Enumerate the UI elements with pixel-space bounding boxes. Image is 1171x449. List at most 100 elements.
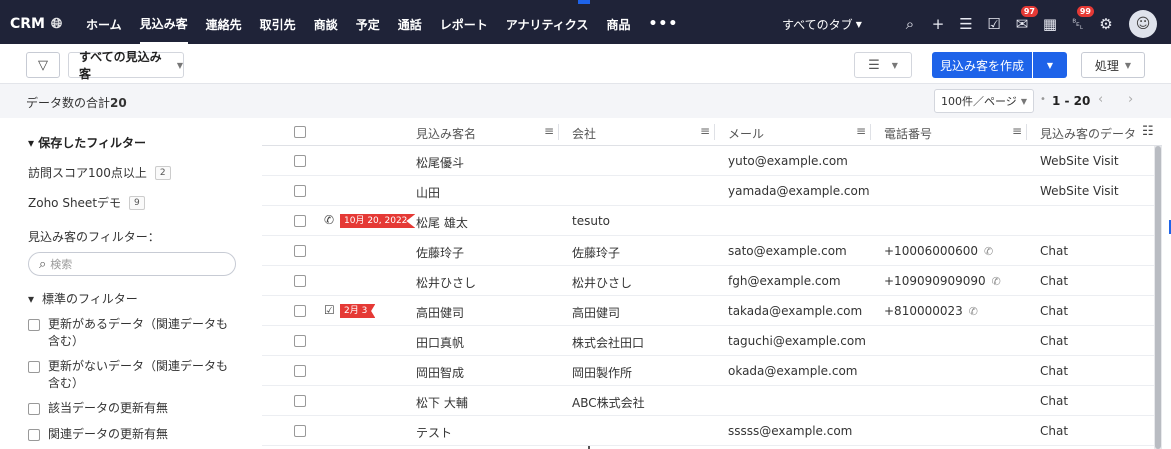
- list-view-switcher[interactable]: ☰ ▼: [854, 52, 912, 78]
- cell-email[interactable]: okada@example.com: [728, 364, 858, 378]
- mail-icon[interactable]: ✉ 97: [1010, 6, 1038, 36]
- cell-email[interactable]: yuto@example.com: [728, 154, 848, 168]
- vertical-scrollbar[interactable]: [1154, 146, 1162, 449]
- filter-checkbox[interactable]: [28, 319, 40, 331]
- plus-icon[interactable]: +: [926, 12, 950, 36]
- filter-checkbox-item[interactable]: 更新があるデータ（関連データも含む）: [28, 316, 238, 350]
- column-divider[interactable]: [870, 124, 871, 140]
- cell-email[interactable]: sssss@example.com: [728, 424, 852, 438]
- table-row[interactable]: ☑ 2月 3 高田健司 高田健司 takada@example.com +81000002…: [262, 296, 1154, 326]
- phone-icon[interactable]: ✆: [984, 245, 993, 258]
- select-all-checkbox[interactable]: [294, 126, 306, 138]
- create-lead-options-button[interactable]: ▼: [1033, 52, 1067, 78]
- row-checkbox[interactable]: [294, 245, 306, 257]
- column-divider[interactable]: [714, 124, 715, 140]
- cell-lead-name[interactable]: 松下 大輔: [416, 394, 468, 411]
- saved-filter-item[interactable]: 訪問スコア100点以上 2: [28, 164, 171, 181]
- filter-checkbox[interactable]: [28, 429, 40, 441]
- row-checkbox[interactable]: [294, 305, 306, 317]
- filter-checkbox-item[interactable]: 関連データの更新有無: [28, 426, 238, 443]
- tab-calls[interactable]: 通話: [398, 4, 422, 44]
- cell-lead-name[interactable]: 高田健司: [416, 304, 464, 321]
- filter-checkbox[interactable]: [28, 403, 40, 415]
- cell-email[interactable]: fgh@example.com: [728, 274, 841, 288]
- brand[interactable]: CRM 🌐︎: [0, 16, 86, 32]
- gear-icon[interactable]: ⚙: [1094, 12, 1118, 36]
- column-menu-icon[interactable]: ≡: [700, 124, 710, 138]
- filter-search-input[interactable]: ⌕ 検索: [28, 252, 236, 276]
- tab-products[interactable]: 商品: [606, 4, 630, 44]
- table-row[interactable]: 松井ひさし 松井ひさし fgh@example.com +109090909090 ✆ C…: [262, 266, 1154, 296]
- tab-deals[interactable]: 商談: [314, 4, 338, 44]
- table-row[interactable]: 田口真帆 株式会社田口 taguchi@example.com Chat: [262, 326, 1154, 356]
- scrollbar-thumb[interactable]: [1155, 146, 1161, 449]
- task-check-icon[interactable]: ☑: [324, 303, 335, 317]
- more-tabs-button[interactable]: •••: [648, 4, 678, 44]
- saved-filter-item[interactable]: Zoho Sheetデモ 9: [28, 194, 145, 211]
- cell-email[interactable]: sato@example.com: [728, 244, 847, 258]
- cell-lead-name[interactable]: テスト: [416, 424, 452, 441]
- tab-accounts[interactable]: 取引先: [260, 4, 296, 44]
- filter-checkbox-item[interactable]: 更新がないデータ（関連データも含む）: [28, 358, 238, 392]
- cell-lead-name[interactable]: 松井ひさし: [416, 274, 476, 291]
- phone-icon[interactable]: ✆: [969, 305, 978, 318]
- tab-leads[interactable]: 見込み客: [139, 4, 188, 44]
- table-row[interactable]: 佐藤玲子 佐藤玲子 sato@example.com +10006000600 ✆ Cha…: [262, 236, 1154, 266]
- saved-filters-heading[interactable]: ▾ 保存したフィルター: [28, 134, 146, 151]
- row-checkbox[interactable]: [294, 335, 306, 347]
- cell-lead-name[interactable]: 松尾優斗: [416, 154, 464, 171]
- cell-lead-name[interactable]: 田口真帆: [416, 334, 464, 351]
- table-row[interactable]: 山田 yamada@example.com WebSite Visit: [262, 176, 1154, 206]
- column-header-phone[interactable]: 電話番号: [884, 125, 932, 142]
- previous-page-icon[interactable]: ‹: [1098, 92, 1103, 107]
- tab-analytics[interactable]: アナリティクス: [506, 4, 589, 44]
- calendar-icon[interactable]: ▦: [1038, 12, 1062, 36]
- cell-email[interactable]: yamada@example.com: [728, 184, 870, 198]
- activity-date-tag[interactable]: 10月 20, 2022: [340, 214, 416, 228]
- tab-meetings[interactable]: 予定: [356, 4, 380, 44]
- filter-checkbox-item[interactable]: 該当データの更新有無: [28, 400, 238, 417]
- column-divider[interactable]: [1026, 124, 1027, 140]
- bell-icon[interactable]: ␇ 99: [1066, 6, 1094, 36]
- table-row[interactable]: 岡田智成 岡田製作所 okada@example.com Chat: [262, 356, 1154, 386]
- cell-lead-name[interactable]: 松尾 雄太: [416, 214, 468, 231]
- filter-toggle-button[interactable]: ▽: [26, 52, 60, 78]
- row-checkbox[interactable]: [294, 365, 306, 377]
- all-tabs-dropdown[interactable]: すべてのタブ ▼: [782, 4, 862, 44]
- tab-contacts[interactable]: 連絡先: [206, 4, 242, 44]
- row-checkbox[interactable]: [294, 425, 306, 437]
- cell-lead-name[interactable]: 山田: [416, 184, 440, 201]
- cell-lead-name[interactable]: 岡田智成: [416, 364, 464, 381]
- avatar[interactable]: ☺: [1129, 10, 1157, 38]
- column-divider[interactable]: [558, 124, 559, 140]
- column-menu-icon[interactable]: ≡: [1012, 124, 1022, 138]
- filter-checkbox[interactable]: [28, 361, 40, 373]
- row-checkbox[interactable]: [294, 185, 306, 197]
- row-checkbox[interactable]: [294, 155, 306, 167]
- tab-reports[interactable]: レポート: [440, 4, 488, 44]
- table-row[interactable]: 松下 大輔 ABC株式会社 Chat: [262, 386, 1154, 416]
- table-row[interactable]: 松尾優斗 yuto@example.com WebSite Visit: [262, 146, 1154, 176]
- row-checkbox[interactable]: [294, 395, 306, 407]
- table-row[interactable]: テスト sssss@example.com Chat: [262, 416, 1154, 446]
- table-row[interactable]: ✆ 10月 20, 2022 松尾 雄太 tesuto: [262, 206, 1154, 236]
- phone-icon[interactable]: ✆: [992, 275, 1001, 288]
- phone-icon[interactable]: ✆: [324, 213, 334, 227]
- actions-dropdown[interactable]: 処理 ▼: [1081, 52, 1145, 78]
- column-header-company[interactable]: 会社: [572, 125, 596, 142]
- view-select-dropdown[interactable]: すべての見込み客 ▼: [68, 50, 184, 81]
- tab-home[interactable]: ホーム: [86, 4, 122, 44]
- next-page-icon[interactable]: ›: [1128, 92, 1133, 107]
- column-menu-icon[interactable]: ≡: [856, 124, 866, 138]
- calendar-stack-icon[interactable]: ☰: [954, 12, 978, 36]
- cell-email[interactable]: takada@example.com: [728, 304, 862, 318]
- cell-email[interactable]: taguchi@example.com: [728, 334, 866, 348]
- checkmark-calendar-icon[interactable]: ☑: [982, 12, 1006, 36]
- column-header-email[interactable]: メール: [728, 125, 764, 142]
- row-checkbox[interactable]: [294, 275, 306, 287]
- per-page-select[interactable]: 100件／ページ ▼: [934, 89, 1034, 113]
- column-settings-icon[interactable]: ☷: [1142, 124, 1154, 139]
- globe-icon[interactable]: 🌐︎: [51, 16, 62, 32]
- column-menu-icon[interactable]: ≡: [544, 124, 554, 138]
- cell-lead-name[interactable]: 佐藤玲子: [416, 244, 464, 261]
